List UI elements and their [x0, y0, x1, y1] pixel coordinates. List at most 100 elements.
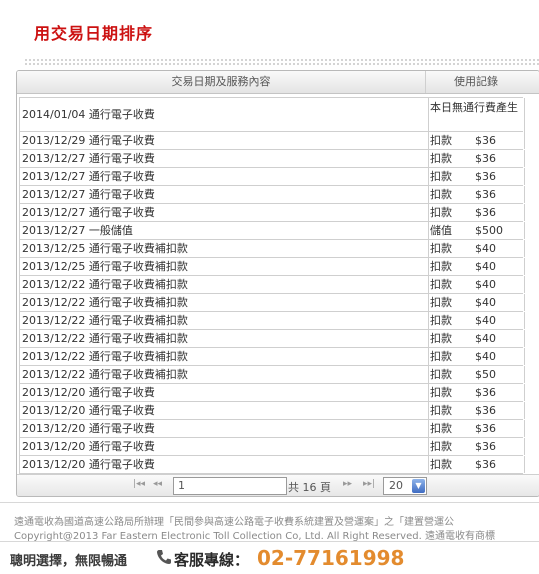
transaction-description: 2013/12/20 通行電子收費	[19, 438, 429, 455]
transaction-description: 2013/12/27 通行電子收費	[19, 150, 429, 167]
usage-record: 扣款 $50	[428, 366, 525, 383]
transaction-description: 2013/12/27 通行電子收費	[19, 186, 429, 203]
record-amount: $40	[475, 296, 496, 309]
footer-divider-top	[0, 502, 539, 503]
record-amount: $40	[475, 314, 496, 327]
record-type: 扣款	[430, 386, 452, 399]
transaction-description: 2013/12/22 通行電子收費補扣款	[19, 294, 429, 311]
usage-record: 扣款 $40	[428, 258, 525, 275]
transaction-description: 2013/12/27 通行電子收費	[19, 204, 429, 221]
page-number-input[interactable]: 1	[173, 477, 287, 495]
transaction-description: 2013/12/20 通行電子收費	[19, 420, 429, 437]
record-amount: $36	[475, 458, 496, 471]
record-amount: $36	[475, 152, 496, 165]
usage-record: 扣款 $36	[428, 168, 525, 185]
page-size-select[interactable]: 20 ▼	[383, 477, 427, 495]
transaction-table: 交易日期及服務內容 使用記錄 2014/01/04 通行電子收費 本日無通行費產生…	[16, 70, 539, 497]
record-amount: $36	[475, 134, 496, 147]
record-type: 扣款	[430, 206, 452, 219]
record-type: 扣款	[430, 188, 452, 201]
table-row: 2013/12/20 通行電子收費 扣款 $36	[19, 438, 525, 456]
record-type: 扣款	[430, 368, 452, 381]
record-type: 扣款	[430, 404, 452, 417]
table-row: 2013/12/27 通行電子收費 扣款 $36	[19, 168, 525, 186]
record-type: 扣款	[430, 422, 452, 435]
record-amount: $36	[475, 170, 496, 183]
record-type: 扣款	[430, 152, 452, 165]
slogan: 聰明選擇，無限暢通	[10, 554, 128, 569]
usage-record: 扣款 $36	[428, 420, 525, 437]
transaction-description: 2013/12/22 通行電子收費補扣款	[19, 330, 429, 347]
table-row: 2013/12/27 通行電子收費 扣款 $36	[19, 186, 525, 204]
chevron-down-icon[interactable]: ▼	[412, 479, 425, 493]
pagination-bar: |◂◂ ◂◂ 1 共 16 頁 ▸▸ ▸▸| 20 ▼	[17, 474, 539, 496]
table-row: 2013/12/22 通行電子收費補扣款 扣款 $40	[19, 348, 525, 366]
usage-record: 扣款 $40	[428, 348, 525, 365]
usage-record: 扣款 $36	[428, 132, 525, 149]
table-row: 2013/12/22 通行電子收費補扣款 扣款 $50	[19, 366, 525, 384]
table-row: 2013/12/20 通行電子收費 扣款 $36	[19, 384, 525, 402]
record-type: 扣款	[430, 350, 452, 363]
record-amount: $40	[475, 260, 496, 273]
table-body: 2014/01/04 通行電子收費 本日無通行費產生 2013/12/29 通行電子…	[19, 97, 525, 474]
transaction-description: 2013/12/22 通行電子收費補扣款	[19, 312, 429, 329]
record-amount: $36	[475, 404, 496, 417]
table-row: 2013/12/29 通行電子收費 扣款 $36	[19, 132, 525, 150]
transaction-description: 2013/12/22 通行電子收費補扣款	[19, 366, 429, 383]
record-amount: $36	[475, 440, 496, 453]
table-row: 2013/12/20 通行電子收費 扣款 $36	[19, 420, 525, 438]
record-type: 扣款	[430, 134, 452, 147]
record-amount: $40	[475, 278, 496, 291]
hotline-label: 客服專線：	[174, 551, 250, 569]
record-type: 扣款	[430, 332, 452, 345]
table-row: 2013/12/25 通行電子收費補扣款 扣款 $40	[19, 240, 525, 258]
usage-record: 扣款 $36	[428, 384, 525, 401]
usage-record: 扣款 $36	[428, 150, 525, 167]
record-amount: $40	[475, 332, 496, 345]
table-header: 交易日期及服務內容 使用記錄	[17, 71, 539, 94]
record-type: 扣款	[430, 170, 452, 183]
first-page-button[interactable]: |◂◂	[133, 479, 145, 489]
table-row: 2014/01/04 通行電子收費 本日無通行費產生	[19, 97, 525, 133]
next-page-button[interactable]: ▸▸	[343, 479, 352, 489]
record-amount: $40	[475, 242, 496, 255]
transaction-description: 2013/12/22 通行電子收費補扣款	[19, 348, 429, 365]
table-row: 2013/12/20 通行電子收費 扣款 $36	[19, 402, 525, 420]
phone-icon	[157, 550, 171, 564]
header-usage-record[interactable]: 使用記錄	[426, 71, 526, 93]
page-title: 用交易日期排序	[34, 24, 154, 43]
transaction-description: 2013/12/25 通行電子收費補扣款	[19, 258, 429, 275]
transaction-description: 2013/12/20 通行電子收費	[19, 456, 429, 473]
record-amount: $36	[475, 188, 496, 201]
header-date-service[interactable]: 交易日期及服務內容	[17, 71, 426, 93]
usage-record: 儲值 $500	[428, 222, 525, 239]
record-amount: $36	[475, 386, 496, 399]
record-type: 扣款	[430, 278, 452, 291]
record-amount: $500	[475, 224, 503, 237]
record-type: 扣款	[430, 440, 452, 453]
record-type: 扣款	[430, 260, 452, 273]
footer-divider-bottom	[0, 541, 539, 542]
table-row: 2013/12/22 通行電子收費補扣款 扣款 $40	[19, 312, 525, 330]
record-amount: $50	[475, 368, 496, 381]
footer-notice: 遠通電收為國道高速公路局所辦理「民間參與高速公路電子收費系統建置及營運案」之「建…	[14, 517, 454, 528]
hotline-number[interactable]: 02-77161998	[257, 546, 404, 570]
last-page-button[interactable]: ▸▸|	[363, 479, 375, 489]
record-amount: $36	[475, 206, 496, 219]
table-row: 2013/12/25 通行電子收費補扣款 扣款 $40	[19, 258, 525, 276]
usage-record: 扣款 $36	[428, 456, 525, 473]
table-row: 2013/12/27 通行電子收費 扣款 $36	[19, 150, 525, 168]
usage-record: 扣款 $40	[428, 294, 525, 311]
usage-record: 扣款 $36	[428, 402, 525, 419]
record-type: 儲值	[430, 224, 452, 237]
transaction-description: 2013/12/27 一般儲值	[19, 222, 429, 239]
transaction-description: 2013/12/20 通行電子收費	[19, 402, 429, 419]
page-size-value: 20	[389, 479, 403, 492]
transaction-description: 2013/12/29 通行電子收費	[19, 132, 429, 149]
table-row: 2013/12/20 通行電子收費 扣款 $36	[19, 456, 525, 474]
usage-record: 扣款 $40	[428, 330, 525, 347]
table-row: 2013/12/22 通行電子收費補扣款 扣款 $40	[19, 294, 525, 312]
prev-page-button[interactable]: ◂◂	[153, 479, 162, 489]
record-type: 本日無通行費產生	[430, 101, 518, 114]
record-type: 扣款	[430, 314, 452, 327]
